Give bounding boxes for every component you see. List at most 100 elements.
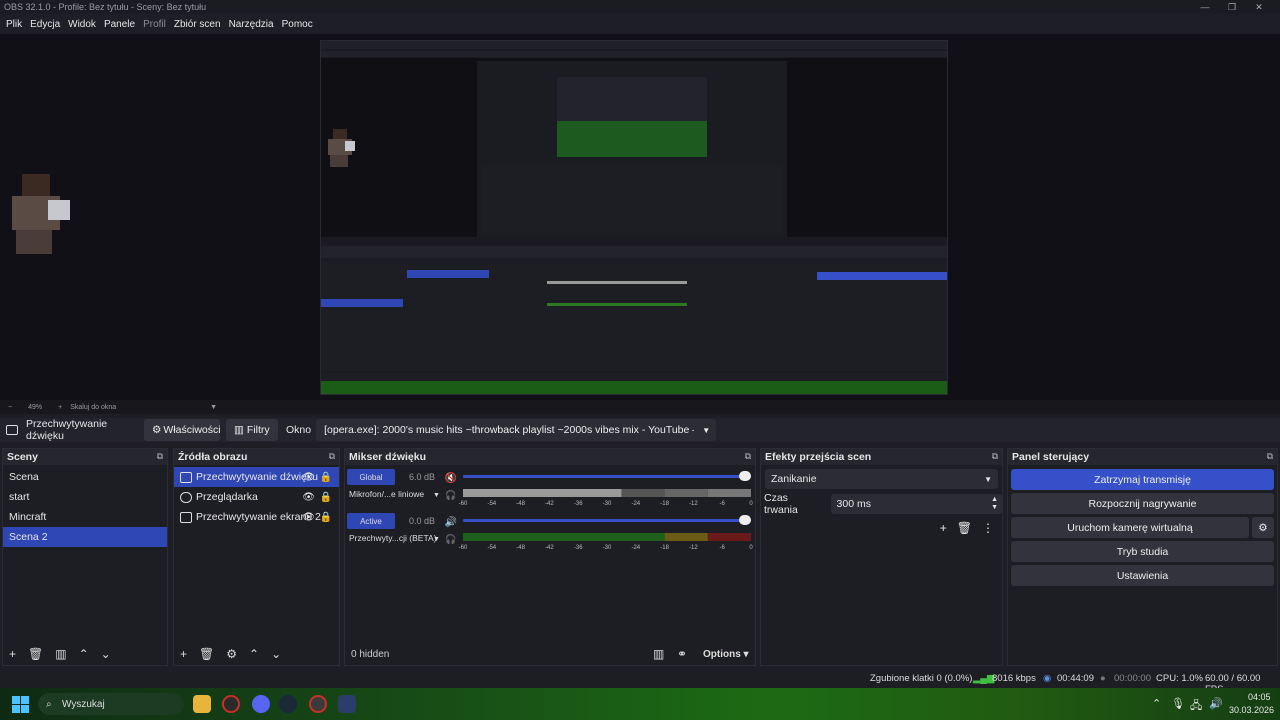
source-item[interactable]: Przechwytywanie ekranu 2 👁 🔒	[174, 507, 339, 527]
trash-icon[interactable]: 🗑	[199, 647, 214, 661]
lock-icon[interactable]: 🔒	[320, 472, 332, 483]
menu-zbior-scen[interactable]: Zbiór scen	[170, 19, 225, 30]
clock-time[interactable]: 04:05	[1248, 692, 1271, 702]
opera-icon[interactable]	[222, 695, 240, 713]
add-icon[interactable]: +	[180, 647, 187, 661]
level-meter-zone	[707, 533, 751, 541]
zoom-dropdown-icon[interactable]: ▼	[210, 404, 217, 411]
scene-item-selected[interactable]: Scena 2	[3, 527, 167, 547]
chevron-down-icon[interactable]: ▼	[433, 536, 440, 543]
scene-item[interactable]: start	[3, 487, 167, 507]
preview-canvas[interactable]	[0, 34, 1280, 400]
nested-obs-preview	[320, 40, 948, 395]
level-meter-fill	[463, 489, 622, 497]
lock-icon[interactable]: 🔒	[320, 492, 332, 503]
source-item[interactable]: Przechwytywanie dźwięku 👁 🔒	[174, 467, 339, 487]
more-icon[interactable]: ⋮	[982, 521, 994, 535]
chevron-up-icon[interactable]: ⌃	[1152, 697, 1161, 710]
volume-icon[interactable]: 🔊	[1209, 697, 1223, 710]
spin-arrows-icon[interactable]: ▲ ▼	[991, 496, 998, 512]
gear-icon[interactable]: ⚙	[226, 647, 237, 661]
undock-icon[interactable]: ⧉	[992, 451, 998, 462]
meter-tick-label: -18	[660, 501, 669, 507]
channel-name: Mikrofon/...e liniowe	[349, 489, 424, 499]
menu-pomoc[interactable]: Pomoc	[278, 19, 317, 30]
zoom-in-button[interactable]: +	[58, 404, 62, 411]
chevron-down-icon[interactable]: ▼	[433, 492, 440, 499]
opera-gx-icon[interactable]	[309, 695, 327, 713]
filter-icon[interactable]: ▥	[55, 647, 66, 661]
volume-slider-track[interactable]	[463, 475, 751, 478]
duration-spinbox[interactable]: 300 ms ▲ ▼	[830, 494, 1002, 514]
muted-icon[interactable]: 🔇	[445, 471, 457, 484]
headphones-icon[interactable]: 🎧	[445, 489, 456, 500]
zoom-out-button[interactable]: −	[8, 404, 12, 411]
scene-item[interactable]: Mincraft	[3, 507, 167, 527]
clock-date[interactable]: 30.03.2026	[1229, 705, 1274, 715]
headphones-icon[interactable]: 🎧	[445, 533, 456, 544]
source-item[interactable]: Przeglądarka 👁 🔒	[174, 487, 339, 507]
undock-icon[interactable]: ⧉	[157, 451, 163, 462]
menu-plik[interactable]: Plik	[2, 19, 26, 30]
menu-panele[interactable]: Panele	[100, 19, 139, 30]
close-icon[interactable]: ✕	[1246, 0, 1272, 14]
add-icon[interactable]: +	[940, 521, 947, 535]
eye-icon[interactable]: 👁	[302, 492, 315, 503]
lock-icon[interactable]: 🔒	[320, 512, 332, 523]
options-button[interactable]: Options ▾	[703, 649, 749, 660]
discord-icon[interactable]	[252, 695, 270, 713]
network-icon[interactable]: 🖧	[1190, 697, 1202, 716]
dock-title: Sceny ⧉	[3, 449, 167, 465]
windows-start-icon[interactable]	[12, 696, 29, 713]
menu-widok[interactable]: Widok	[64, 19, 100, 30]
add-icon[interactable]: +	[9, 647, 16, 661]
title-bar: OBS 32.1.0 - Profile: Bez tytułu - Sceny…	[0, 0, 1280, 14]
file-explorer-icon[interactable]	[193, 695, 211, 713]
menu-narzedzia[interactable]: Narzędzia	[225, 19, 278, 30]
undock-icon[interactable]: ⧉	[329, 451, 335, 462]
taskbar-search[interactable]: ⌕ Wyszukaj	[38, 693, 184, 715]
link-icon[interactable]: ⚭	[677, 647, 687, 661]
obs-icon[interactable]	[338, 695, 356, 713]
settings-button[interactable]: Ustawienia	[1011, 565, 1274, 586]
studio-mode-button[interactable]: Tryb studia	[1011, 541, 1274, 562]
layout-icon[interactable]: ▥	[653, 647, 664, 661]
volume-slider-handle[interactable]	[739, 515, 751, 525]
channel-name: Przechwyty...cji (BETA)	[349, 533, 437, 543]
window-select[interactable]: [opera.exe]: 2000's music hits ~throwbac…	[316, 419, 717, 441]
meter-tick-label: 0	[749, 501, 753, 507]
trash-icon[interactable]: 🗑	[957, 521, 972, 535]
properties-button[interactable]: ⚙ Właściwości	[144, 419, 221, 441]
undock-icon[interactable]: ⧉	[1267, 451, 1273, 462]
eye-icon[interactable]: 👁	[302, 512, 315, 523]
dock-title: Źródła obrazu ⧉	[174, 449, 339, 465]
chevron-down-icon[interactable]: ⌄	[271, 647, 281, 661]
zoom-mode[interactable]: Skaluj do okna	[70, 404, 116, 411]
filters-button[interactable]: ▥ Filtry	[226, 419, 278, 441]
minimize-icon[interactable]: —	[1192, 0, 1218, 14]
eye-icon[interactable]: 👁	[302, 472, 315, 483]
menu-edycja[interactable]: Edycja	[26, 19, 64, 30]
virtual-camera-button[interactable]: Uruchom kamerę wirtualną	[1011, 517, 1249, 538]
scene-item[interactable]: Scena	[3, 467, 167, 487]
chevron-up-icon[interactable]: ⌃	[79, 647, 89, 661]
meter-tick-label: -6	[720, 501, 726, 507]
hidden-count: 0 hidden	[351, 648, 390, 660]
maximize-icon[interactable]: ❐	[1219, 0, 1245, 14]
start-recording-button[interactable]: Rozpocznij nagrywanie	[1011, 493, 1274, 514]
chevron-down-icon[interactable]: ⌄	[101, 647, 111, 661]
microphone-icon[interactable]: 🎙	[1171, 697, 1185, 710]
trash-icon[interactable]: 🗑	[28, 647, 43, 661]
volume-icon[interactable]: 🔊	[445, 515, 457, 528]
stop-stream-button[interactable]: Zatrzymaj transmisję	[1011, 469, 1274, 490]
steam-icon[interactable]	[279, 695, 297, 713]
menu-profil[interactable]: Profil	[139, 19, 170, 30]
volume-slider-handle[interactable]	[739, 471, 751, 481]
search-icon: ⌕	[46, 698, 52, 710]
transition-select[interactable]: Zanikanie ▼	[765, 469, 998, 489]
volume-slider-track[interactable]	[463, 519, 751, 522]
chevron-up-icon[interactable]: ⌃	[249, 647, 259, 661]
undock-icon[interactable]: ⧉	[745, 451, 751, 462]
gear-icon[interactable]: ⚙	[1252, 517, 1274, 538]
bitrate: 8016 kbps	[992, 673, 1036, 684]
